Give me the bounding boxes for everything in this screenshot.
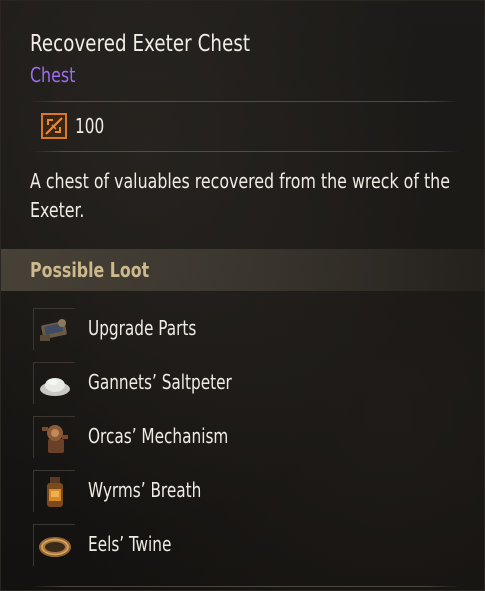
- upgrade-parts-icon: [33, 308, 75, 350]
- divider: [30, 586, 460, 587]
- mechanism-icon: [33, 416, 75, 458]
- loot-item[interactable]: Wyrms’ Breath: [33, 470, 453, 512]
- twine-icon: [33, 524, 75, 566]
- slashed-box-icon: [41, 113, 67, 139]
- saltpeter-icon: [33, 362, 75, 404]
- loot-item[interactable]: Eels’ Twine: [33, 524, 453, 566]
- loot-item[interactable]: Orcas’ Mechanism: [33, 416, 453, 458]
- value-row: 100: [41, 111, 109, 141]
- loot-item[interactable]: Upgrade Parts: [33, 308, 453, 350]
- loot-item-label: Wyrms’ Breath: [88, 478, 202, 502]
- loot-item[interactable]: Gannets’ Saltpeter: [33, 362, 453, 404]
- loot-title: Possible Loot: [30, 258, 150, 282]
- item-tooltip-panel: Recovered Exeter Chest Chest 100 A chest…: [0, 0, 485, 591]
- loot-item-label: Orcas’ Mechanism: [88, 424, 229, 448]
- item-description: A chest of valuables recovered from the …: [30, 169, 450, 222]
- loot-item-label: Gannets’ Saltpeter: [88, 370, 232, 394]
- divider: [30, 151, 460, 152]
- item-name: Recovered Exeter Chest: [30, 31, 251, 57]
- wyrms-breath-icon: [33, 470, 75, 512]
- item-category: Chest: [30, 63, 76, 87]
- divider: [30, 101, 460, 102]
- loot-item-label: Eels’ Twine: [88, 532, 172, 556]
- loot-item-label: Upgrade Parts: [88, 316, 197, 340]
- item-value: 100: [75, 114, 105, 138]
